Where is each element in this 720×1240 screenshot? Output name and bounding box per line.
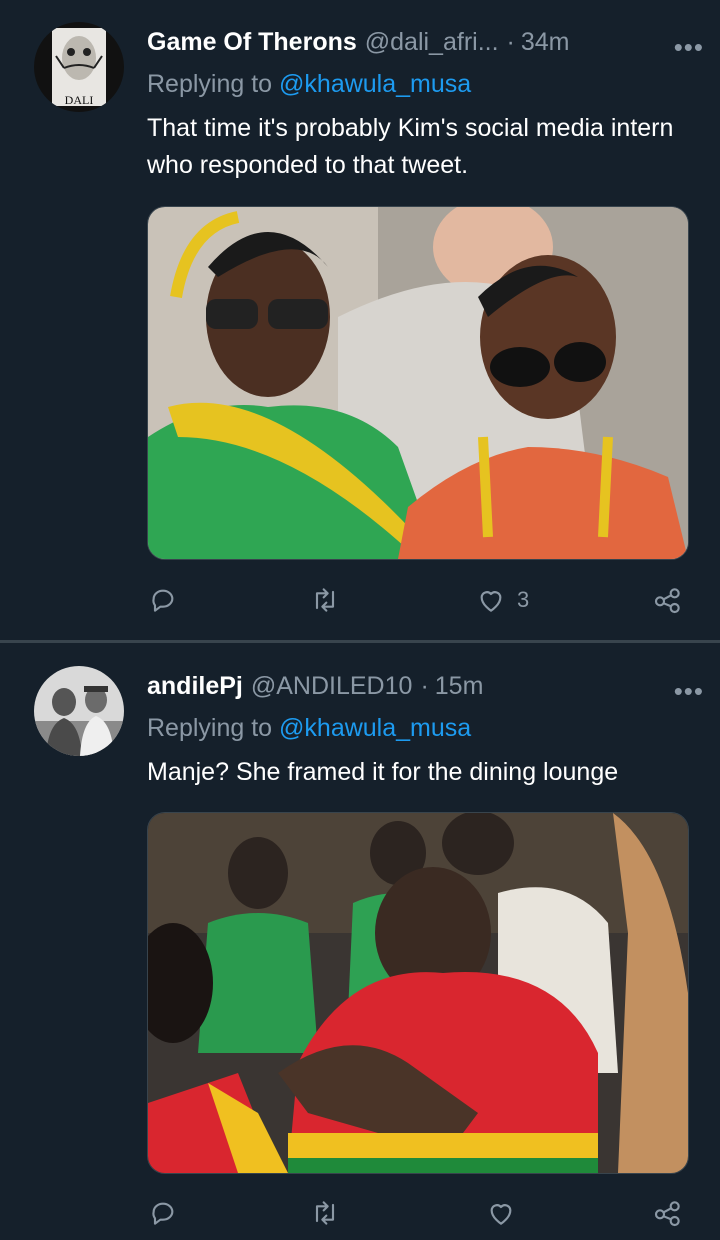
- more-options-icon[interactable]: •••: [674, 32, 704, 63]
- separator: ·: [506, 28, 515, 56]
- avatar-logo-text: DALI: [65, 93, 94, 107]
- share-button[interactable]: [652, 584, 684, 616]
- replying-to-mention[interactable]: @khawula_musa: [279, 714, 471, 742]
- like-icon: [480, 591, 502, 612]
- like-icon: [490, 1204, 512, 1225]
- tweet-media-photo[interactable]: [147, 812, 689, 1174]
- retweet-button[interactable]: [309, 1197, 341, 1229]
- tweet-text: That time it's probably Kim's social med…: [147, 114, 674, 179]
- display-name[interactable]: andilePj: [147, 672, 243, 701]
- timestamp[interactable]: 34m: [521, 28, 570, 57]
- share-button[interactable]: [652, 1197, 684, 1229]
- display-name[interactable]: Game Of Therons: [147, 28, 357, 57]
- retweet-button[interactable]: [309, 584, 341, 616]
- retweet-icon: [315, 588, 335, 612]
- retweet-icon: [315, 1201, 335, 1225]
- tweet-media-photo[interactable]: [147, 206, 689, 560]
- tweet-header: andilePj @ANDILED10 · 15m: [147, 672, 696, 708]
- like-count: 3: [517, 587, 530, 612]
- separator: ·: [420, 672, 429, 700]
- tweet-actions: [147, 1197, 687, 1233]
- like-button[interactable]: [485, 1197, 517, 1229]
- tweet-header: Game Of Therons @dali_afri... · 34m: [147, 28, 696, 64]
- timestamp[interactable]: 15m: [435, 672, 484, 701]
- like-button[interactable]: 3: [475, 584, 529, 616]
- tweet-divider: [0, 640, 720, 643]
- share-icon: [654, 588, 680, 614]
- reply-icon: [152, 589, 174, 612]
- user-handle[interactable]: @ANDILED10: [251, 672, 413, 701]
- replying-to: Replying to @khawula_musa: [147, 714, 471, 743]
- replying-prefix: Replying to: [147, 70, 273, 98]
- replying-to-mention[interactable]: @khawula_musa: [279, 70, 471, 98]
- more-options-icon[interactable]: •••: [674, 676, 704, 707]
- avatar[interactable]: DALI: [34, 22, 124, 112]
- tweet-actions: 3: [147, 584, 687, 620]
- reply-button[interactable]: [147, 584, 179, 616]
- tweet-text: Manje? She framed it for the dining loun…: [147, 758, 619, 786]
- reply-button[interactable]: [147, 1197, 179, 1229]
- avatar[interactable]: [34, 666, 124, 756]
- reply-icon: [152, 1202, 174, 1225]
- tweet-1[interactable]: DALI Game Of Therons @dali_afri... · 34m…: [0, 0, 720, 640]
- share-icon: [654, 1201, 680, 1227]
- user-handle[interactable]: @dali_afri...: [365, 28, 499, 57]
- replying-to: Replying to @khawula_musa: [147, 70, 471, 99]
- replying-prefix: Replying to: [147, 714, 273, 742]
- tweet-2[interactable]: andilePj @ANDILED10 · 15m ••• Replying t…: [0, 644, 720, 1240]
